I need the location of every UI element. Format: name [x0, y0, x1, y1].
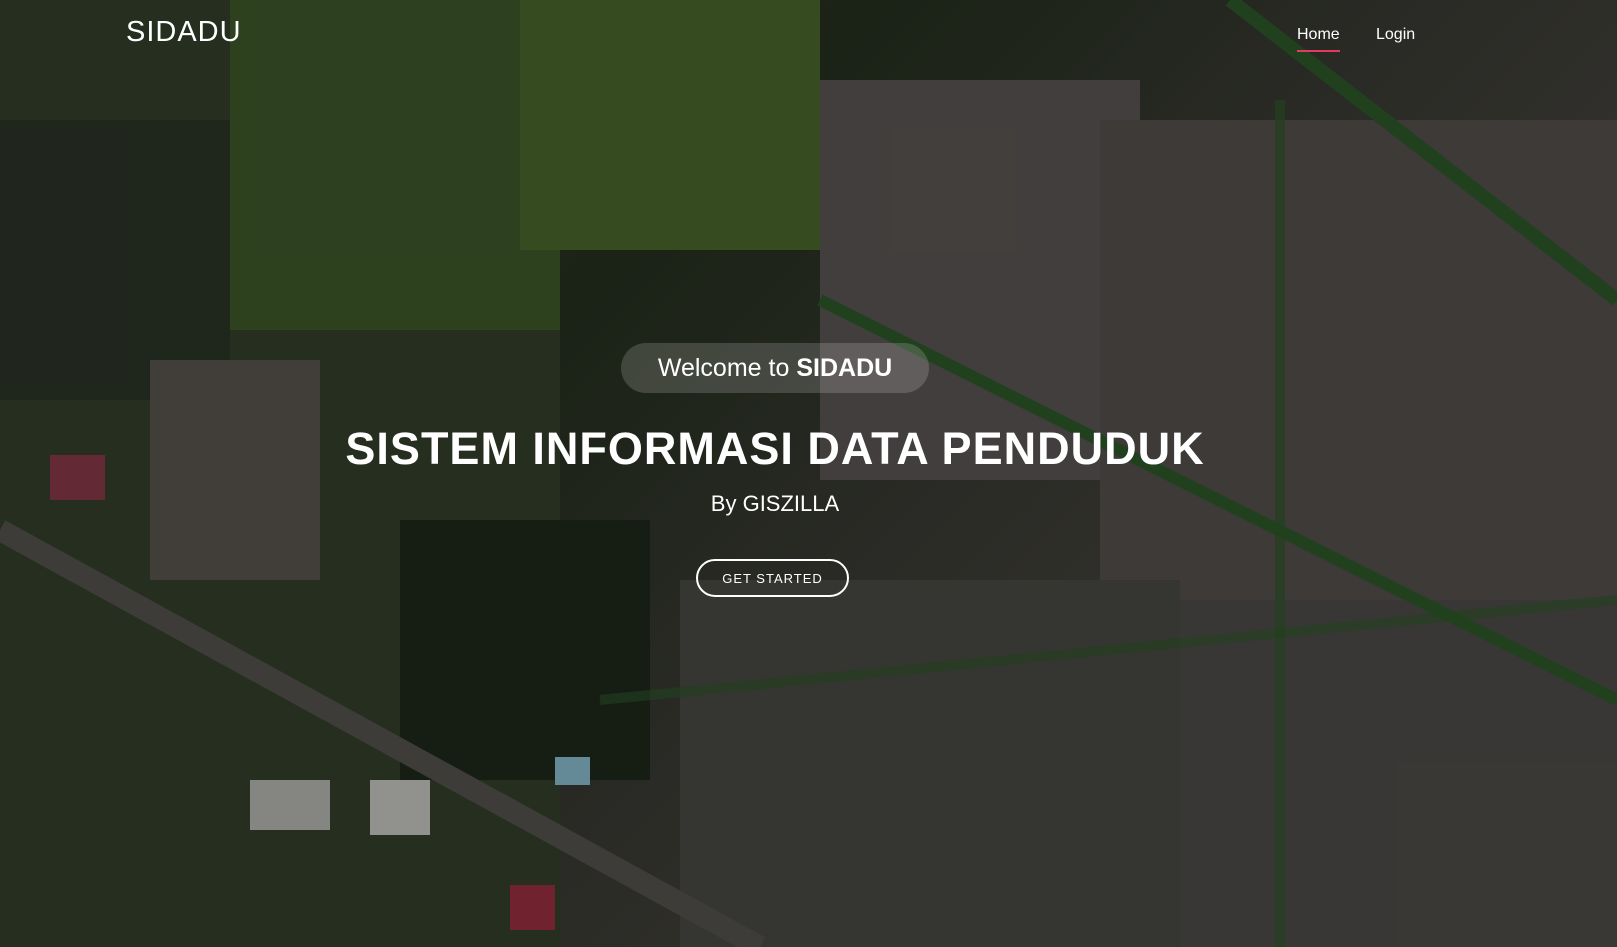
active-indicator [1297, 50, 1340, 52]
welcome-prefix: Welcome to [657, 353, 790, 382]
top-navbar: SIDADU Home Login [0, 0, 1617, 72]
nav-home-link[interactable]: Home [1297, 26, 1340, 52]
welcome-brand: SIDADU [796, 353, 893, 382]
hero-title: SISTEM INFORMASI DATA PENDUDUK [345, 423, 1205, 474]
site-logo[interactable]: SIDADU [126, 16, 242, 49]
welcome-badge: Welcome to SIDADU [621, 343, 929, 393]
nav-login-link[interactable]: Login [1376, 26, 1415, 44]
nav-home-label: Home [1297, 26, 1340, 43]
hero-subtitle: By GISZILLA [710, 491, 840, 516]
get-started-button[interactable]: GET STARTED [696, 559, 849, 597]
